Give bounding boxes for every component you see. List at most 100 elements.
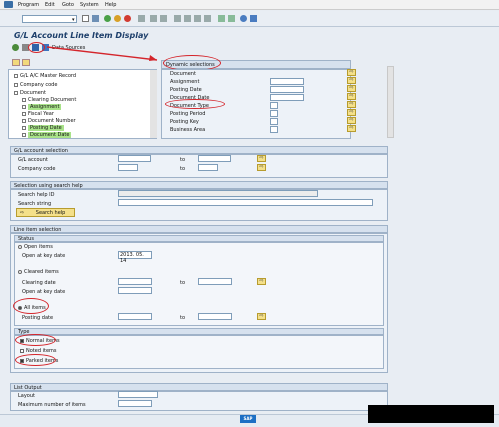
menu-goto[interactable]: Goto bbox=[62, 2, 74, 8]
dynsel-row-input[interactable] bbox=[270, 102, 278, 109]
dynsel-row-input[interactable] bbox=[270, 78, 304, 85]
collapse-button[interactable] bbox=[22, 59, 30, 66]
annotation-circle-normal-items bbox=[15, 334, 56, 346]
menu-help[interactable]: Help bbox=[105, 2, 116, 8]
dynsel-row-multi-button[interactable]: ⇨ bbox=[347, 77, 356, 84]
exit-icon[interactable] bbox=[114, 15, 121, 22]
dynsel-row-input[interactable] bbox=[270, 110, 278, 117]
folder-icon bbox=[22, 118, 26, 123]
annotation-circle-document-type bbox=[165, 99, 225, 109]
window-menu-icon[interactable] bbox=[4, 1, 13, 8]
clearing-date-label: Clearing date bbox=[22, 280, 56, 286]
tree-item[interactable]: Company code bbox=[14, 82, 57, 88]
max-items-field[interactable] bbox=[118, 400, 152, 407]
dynsel-row-input[interactable] bbox=[270, 94, 304, 101]
prev-page-icon[interactable] bbox=[184, 15, 191, 22]
company-code-from[interactable] bbox=[118, 164, 138, 171]
expand-button[interactable] bbox=[12, 59, 20, 66]
clearing-date-from[interactable] bbox=[118, 278, 152, 285]
dynsel-row-multi-button[interactable]: ⇨ bbox=[347, 125, 356, 132]
dynsel-row-label: Assignment bbox=[170, 79, 200, 85]
open-items-radio[interactable]: Open items bbox=[18, 244, 53, 250]
customize-icon[interactable] bbox=[250, 15, 257, 22]
enter-icon[interactable] bbox=[82, 15, 89, 22]
folder-icon bbox=[22, 132, 26, 137]
dynsel-row-label: Posting Date bbox=[170, 87, 202, 93]
first-page-icon[interactable] bbox=[174, 15, 181, 22]
new-session-icon[interactable] bbox=[218, 15, 225, 22]
last-page-icon[interactable] bbox=[204, 15, 211, 22]
dynsel-row-multi-button[interactable]: ⇨ bbox=[347, 117, 356, 124]
search-string-label: Search string bbox=[18, 201, 52, 207]
dynsel-row-input[interactable] bbox=[270, 86, 304, 93]
open-key-date-field[interactable]: 2013. 05. 14 bbox=[118, 251, 152, 264]
cancel-icon[interactable] bbox=[124, 15, 131, 22]
clearing-date-to[interactable] bbox=[198, 278, 232, 285]
tree-scrollbar[interactable] bbox=[150, 70, 157, 138]
open-items-label: Open items bbox=[24, 244, 53, 250]
posting-date-label: Posting date bbox=[22, 315, 54, 321]
dynsel-row-multi-button[interactable]: ⇨ bbox=[347, 93, 356, 100]
find-icon[interactable] bbox=[150, 15, 157, 22]
folder-icon bbox=[14, 73, 18, 78]
tree-item-label: Clearing Document bbox=[28, 97, 77, 103]
search-help-id-field[interactable] bbox=[118, 190, 318, 197]
redacted-block bbox=[368, 405, 494, 423]
posting-date-from[interactable] bbox=[118, 313, 152, 320]
company-code-multi-button[interactable]: ⇨ bbox=[257, 164, 266, 171]
dynsel-row-multi-button[interactable]: ⇨ bbox=[347, 101, 356, 108]
next-page-icon[interactable] bbox=[194, 15, 201, 22]
gl-selection-header: G/L account selection bbox=[10, 146, 388, 154]
posting-date-multi-button[interactable]: ⇨ bbox=[257, 313, 266, 320]
tree-item-label: Fiscal Year bbox=[28, 111, 54, 117]
tree-item[interactable]: Document Number bbox=[22, 118, 76, 124]
tree-item[interactable]: Assignment bbox=[22, 104, 62, 110]
execute-icon[interactable] bbox=[12, 44, 19, 51]
cleared-items-label: Cleared items bbox=[24, 269, 59, 275]
dynsel-row-multi-button[interactable]: ⇨ bbox=[347, 69, 356, 76]
gl-account-multi-button[interactable]: ⇨ bbox=[257, 155, 266, 162]
annotation-circle-data-sources bbox=[28, 42, 45, 53]
save-icon[interactable] bbox=[92, 15, 99, 22]
find-next-icon[interactable] bbox=[160, 15, 167, 22]
menu-system[interactable]: System bbox=[80, 2, 99, 8]
posting-date-to[interactable] bbox=[198, 313, 232, 320]
dynsel-row-input[interactable] bbox=[270, 126, 278, 133]
cleared-items-radio[interactable]: Cleared items bbox=[18, 269, 59, 275]
tree-item[interactable]: G/L A/C Master Record bbox=[14, 73, 76, 79]
command-field[interactable] bbox=[22, 15, 77, 23]
layout-field[interactable] bbox=[118, 391, 158, 398]
layout-label: Layout bbox=[18, 393, 35, 399]
toolbar: ▾ bbox=[0, 11, 499, 27]
tree-item[interactable]: Document Date bbox=[22, 132, 72, 138]
gl-account-label: G/L account bbox=[18, 157, 48, 163]
annotation-circle-all-items bbox=[13, 298, 49, 314]
print-icon[interactable] bbox=[138, 15, 145, 22]
dropdown-icon[interactable]: ▾ bbox=[72, 17, 75, 23]
shortcut-icon[interactable] bbox=[228, 15, 235, 22]
gl-account-to[interactable] bbox=[198, 155, 231, 162]
gl-account-from[interactable] bbox=[118, 155, 151, 162]
clearing-date-multi-button[interactable]: ⇨ bbox=[257, 278, 266, 285]
tree-item[interactable]: Clearing Document bbox=[22, 97, 76, 103]
company-code-to[interactable] bbox=[198, 164, 218, 171]
tree-item-label: Assignment bbox=[28, 104, 62, 110]
status-header: Status bbox=[14, 235, 384, 242]
dynsel-row-multi-button[interactable]: ⇨ bbox=[347, 85, 356, 92]
help-icon[interactable] bbox=[240, 15, 247, 22]
search-help-button[interactable]: ⇨ Search help bbox=[16, 208, 75, 217]
open-at-key-date2-field[interactable] bbox=[118, 287, 152, 294]
search-string-field[interactable] bbox=[118, 199, 373, 206]
tree-item-label: Posting Date bbox=[28, 125, 64, 131]
dynsel-row-input[interactable] bbox=[270, 118, 278, 125]
folder-icon bbox=[22, 97, 26, 102]
tree-item-label: G/L A/C Master Record bbox=[20, 73, 77, 79]
tree-item[interactable]: Document bbox=[14, 90, 46, 96]
right-scrollbar[interactable] bbox=[387, 66, 394, 138]
tree-item[interactable]: Fiscal Year bbox=[22, 111, 54, 117]
menu-edit[interactable]: Edit bbox=[45, 2, 55, 8]
tree-item[interactable]: Posting Date bbox=[22, 125, 64, 131]
dynsel-row-multi-button[interactable]: ⇨ bbox=[347, 109, 356, 116]
menu-program[interactable]: Program bbox=[18, 2, 39, 8]
back-icon[interactable] bbox=[104, 15, 111, 22]
